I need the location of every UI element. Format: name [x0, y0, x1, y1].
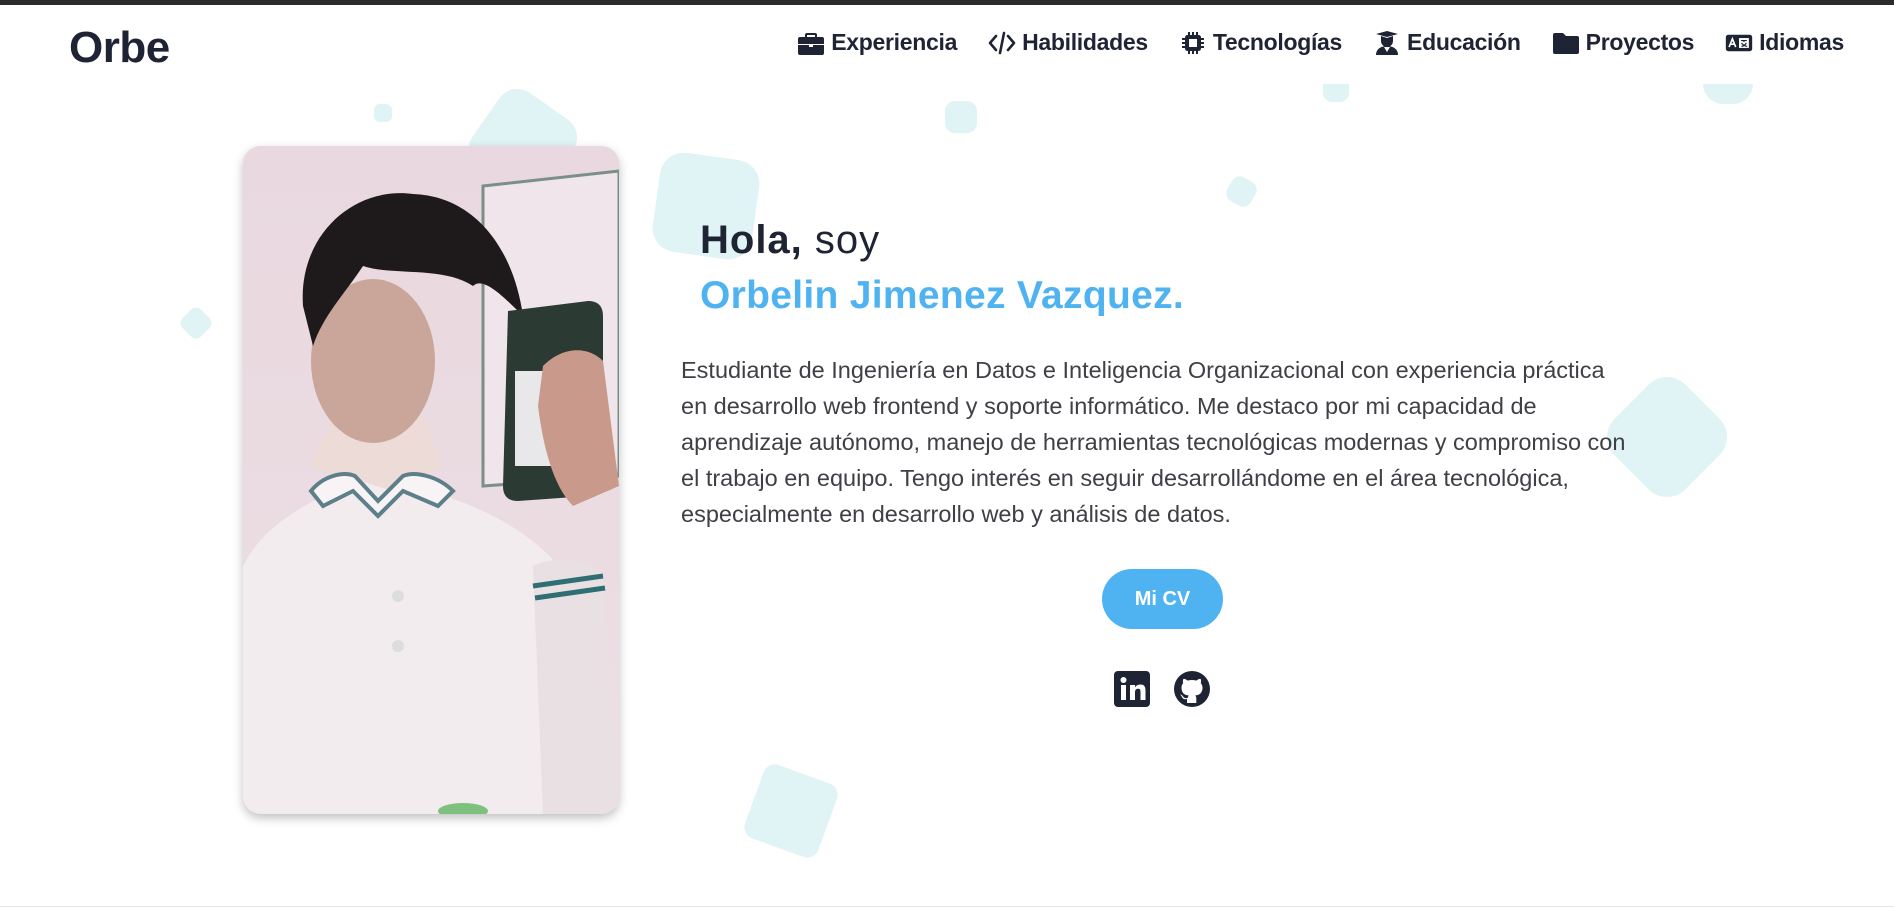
- github-icon: [1173, 670, 1211, 708]
- linkedin-link[interactable]: [1113, 670, 1151, 708]
- decor-shape: [1223, 173, 1260, 210]
- github-link[interactable]: [1173, 670, 1211, 708]
- nav-item-proyectos[interactable]: Proyectos: [1552, 29, 1695, 56]
- profile-photo: [243, 146, 619, 814]
- decor-shape: [1703, 84, 1753, 104]
- nav-label: Tecnologías: [1212, 29, 1343, 55]
- decor-shape: [1323, 84, 1349, 102]
- nav-label: Educación: [1407, 29, 1521, 55]
- brand-logo[interactable]: Orbe: [69, 23, 170, 73]
- graduation-user-icon: [1373, 30, 1401, 56]
- bottom-border: [0, 906, 1894, 907]
- cv-button[interactable]: Mi CV: [1102, 569, 1223, 629]
- briefcase-icon: [797, 30, 825, 56]
- nav-label: Habilidades: [1022, 29, 1148, 55]
- decor-shape: [945, 101, 977, 133]
- profile-photo-illustration: [243, 146, 619, 814]
- decor-shape: [177, 304, 215, 342]
- microchip-icon: [1179, 30, 1207, 56]
- nav-item-tecnologias[interactable]: Tecnologías: [1179, 29, 1342, 56]
- greeting-bold: Hola,: [700, 218, 803, 262]
- decor-shape: [741, 761, 841, 861]
- nav-label: Proyectos: [1585, 29, 1695, 55]
- main-nav: Experiencia Habilidades Tecnologías Educ…: [797, 29, 1844, 56]
- nav-item-educacion[interactable]: Educación: [1373, 29, 1521, 56]
- full-name: Orbelin Jimenez Vazquez.: [700, 274, 1185, 317]
- nav-label: Experiencia: [831, 29, 958, 55]
- nav-item-idiomas[interactable]: Idiomas: [1725, 29, 1844, 56]
- language-card-icon: [1725, 30, 1753, 56]
- social-links: [1113, 670, 1211, 708]
- bio-text: Estudiante de Ingeniería en Datos e Inte…: [681, 357, 1626, 527]
- linkedin-icon: [1113, 670, 1151, 708]
- nav-label: Idiomas: [1759, 29, 1844, 55]
- code-icon: [988, 30, 1016, 56]
- greeting-rest: soy: [802, 218, 881, 262]
- greeting: Hola, soy: [700, 218, 880, 263]
- decor-shape: [374, 104, 392, 122]
- navbar: Orbe Experiencia Habilidades Tecnologías…: [0, 5, 1894, 85]
- folder-icon: [1552, 30, 1580, 56]
- nav-item-experiencia[interactable]: Experiencia: [797, 29, 957, 56]
- nav-item-habilidades[interactable]: Habilidades: [988, 29, 1148, 56]
